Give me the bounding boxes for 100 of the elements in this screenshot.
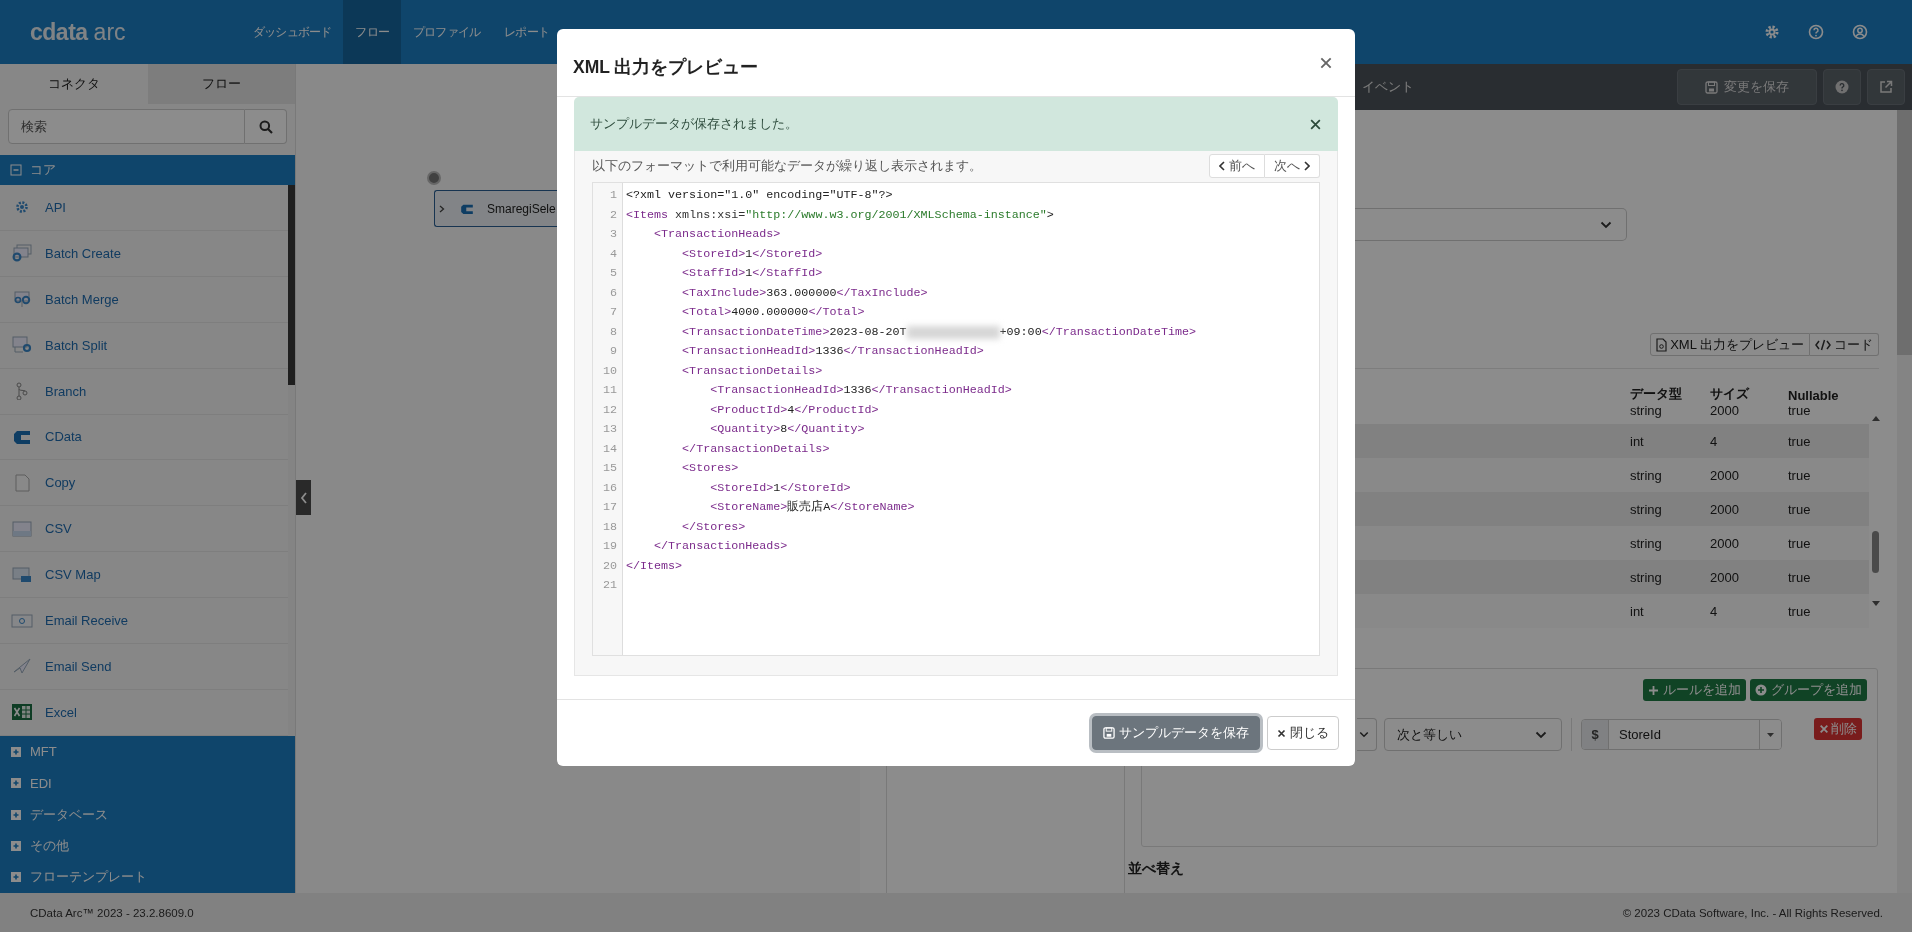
code-line: <TransactionHeads>: [653, 226, 781, 243]
section-heading: 並べ替え: [1128, 860, 1185, 878]
category-header[interactable]: データベース: [0, 798, 295, 831]
table-cell-text: string: [1629, 467, 1663, 483]
save-changes-button[interactable]: 変更を保存: [1677, 69, 1817, 105]
connector-label: Copy: [45, 475, 76, 491]
connector-label: CSV: [45, 521, 72, 537]
scroll-up-icon[interactable]: [1872, 415, 1880, 421]
table-cell-text: string: [1629, 403, 1663, 418]
scrollbar-thumb[interactable]: [288, 185, 295, 386]
line-number: 11: [601, 382, 618, 399]
connector-item[interactable]: CSV Map: [0, 552, 288, 599]
chevron-down-icon: [1535, 730, 1547, 739]
category-header[interactable]: フローテンプレート: [0, 861, 295, 893]
code-button[interactable]: コード: [1810, 333, 1879, 356]
copyright-text: © 2023 CData Software, Inc. - All Rights Reserved.: [1622, 906, 1883, 919]
sheets-gear-icon: [11, 290, 33, 309]
scrollbar-thumb[interactable]: [1897, 110, 1912, 355]
table-cell-text: string: [1629, 501, 1663, 517]
dropdown-field[interactable]: [1355, 208, 1627, 241]
connector-item[interactable]: Excel: [0, 689, 288, 736]
help-icon: [1835, 80, 1849, 94]
chevron-left-icon: [299, 491, 308, 504]
table-cell-text: true: [1787, 467, 1812, 483]
flow-node[interactable]: SmaregiSele: [434, 190, 558, 227]
search-icon: [258, 119, 273, 134]
sheets-gear-icon: [11, 244, 33, 263]
help-icon[interactable]: [1808, 24, 1824, 40]
close-icon: [1277, 728, 1286, 738]
line-number: 12: [601, 401, 618, 419]
close-icon: [1309, 117, 1322, 131]
table-cell-text: int: [1629, 433, 1645, 449]
category-label: その他: [30, 836, 69, 855]
preview-xml-button[interactable]: XML 出力をプレビュー: [1650, 333, 1810, 356]
panel-tab[interactable]: イベント: [1362, 78, 1422, 96]
previous-button[interactable]: 前へ: [1209, 154, 1265, 178]
chevron-down-icon: [1600, 220, 1612, 229]
line-number: 10: [601, 362, 618, 380]
line-number: 17: [601, 499, 618, 516]
line-number: 13: [601, 421, 618, 438]
connector-item[interactable]: Batch Create: [0, 230, 288, 277]
collapse-handle[interactable]: [296, 480, 311, 515]
line-number: 7: [609, 304, 618, 321]
modal-title: XML 出力をプレビュー: [573, 55, 759, 79]
table-cell-text: true: [1787, 403, 1812, 418]
alert-message: サンプルデータが保存されました。: [590, 115, 798, 133]
envelope-icon: [11, 611, 33, 630]
search-field[interactable]: 検索: [8, 108, 245, 145]
code-line: <Items xmlns:xsi="http://www.w3.org/2001/XMLSchema-instance">: [626, 206, 1054, 224]
connector-item[interactable]: CData: [0, 414, 288, 461]
table-cell-text: 4: [1709, 603, 1719, 619]
add-group-button[interactable]: グループを追加: [1750, 679, 1867, 701]
line-number: 14: [601, 440, 618, 458]
connector-item[interactable]: Email Receive: [0, 598, 288, 644]
line-number: 6: [609, 284, 618, 302]
code-line: </Items>: [626, 557, 683, 575]
save-sample-button[interactable]: サンプルデータを保存: [1092, 716, 1260, 750]
connector-label: API: [45, 200, 66, 215]
connector-item[interactable]: Batch Merge: [0, 276, 288, 323]
category-header[interactable]: その他: [0, 830, 295, 862]
sidebar-tab[interactable]: フロー: [147, 64, 295, 104]
scroll-down-icon[interactable]: [1872, 601, 1880, 607]
nav-tab[interactable]: プロファイル: [401, 0, 493, 64]
connector-item[interactable]: Copy: [0, 460, 288, 507]
connector-item[interactable]: Batch Split: [0, 322, 288, 369]
user-icon[interactable]: [1852, 24, 1868, 40]
table-cell-text: true: [1787, 603, 1812, 619]
chevron-down-icon: [1359, 731, 1369, 738]
dropdown-field[interactable]: [1357, 718, 1377, 751]
operator-dropdown[interactable]: 次と等しい: [1384, 718, 1562, 751]
plus-icon: [1648, 684, 1659, 696]
line-number: 19: [601, 538, 618, 555]
connector-label: Batch Create: [45, 245, 121, 261]
open-external-button[interactable]: [1867, 69, 1905, 105]
code-line: <StoreId>1</StoreId>: [681, 245, 823, 263]
sheet-icon: [11, 519, 33, 538]
close-dialog-button[interactable]: 閉じる: [1267, 716, 1339, 750]
code-line: <TaxInclude>363.000000</TaxInclude>: [681, 284, 928, 302]
scrollbar-thumb[interactable]: [1872, 531, 1879, 573]
node-port[interactable]: [427, 171, 441, 185]
category-header[interactable]: MFT: [0, 736, 295, 768]
settings-icon[interactable]: [1764, 24, 1780, 40]
delete-button[interactable]: 削除: [1814, 718, 1862, 740]
table-cell-text: 2000: [1709, 535, 1740, 551]
sheet-icon: [11, 565, 33, 584]
chevron-right-icon: [1304, 161, 1310, 171]
connector-item[interactable]: CSV: [0, 506, 288, 553]
line-number: 3: [609, 226, 618, 243]
table-cell-text: 2000: [1709, 467, 1740, 483]
search-button[interactable]: [245, 108, 287, 145]
table-cell-text: true: [1787, 569, 1812, 585]
help-button[interactable]: [1823, 69, 1861, 105]
add-rule-button[interactable]: ルールを追加: [1643, 679, 1746, 701]
nav-tab[interactable]: フロー: [343, 0, 401, 64]
category-header[interactable]: コア: [0, 155, 295, 186]
category-header[interactable]: EDI: [0, 767, 295, 799]
category-label: コア: [30, 161, 56, 180]
next-button[interactable]: 次へ: [1265, 154, 1320, 178]
table-cell-text: string: [1629, 569, 1663, 585]
code-line: <StaffId>1</StaffId>: [681, 265, 823, 282]
